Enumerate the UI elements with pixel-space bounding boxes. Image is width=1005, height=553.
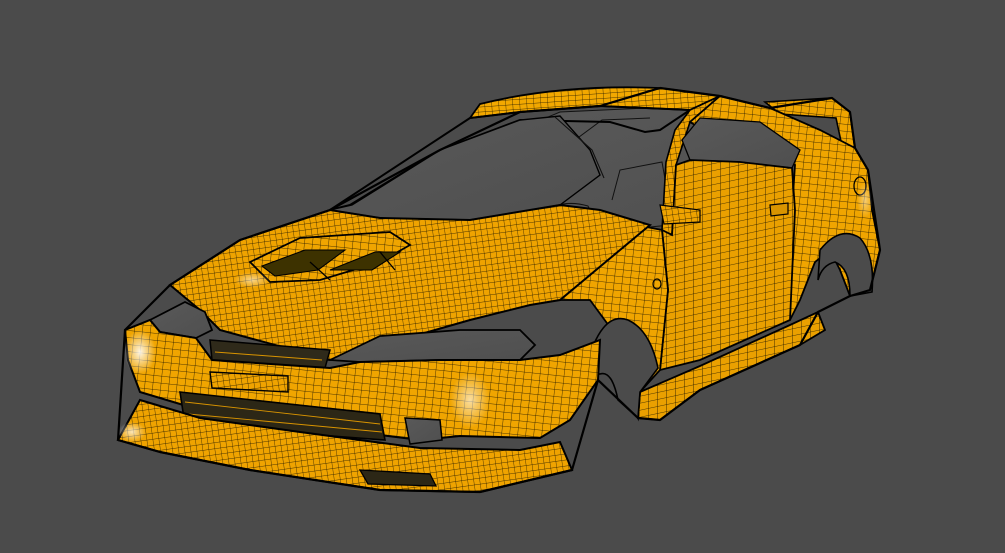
rear-wheel-arch (817, 232, 874, 297)
3d-viewport[interactable] (0, 0, 1005, 553)
car-wireframe-render (116, 86, 882, 494)
license-plate-recess (209, 371, 289, 393)
door-handle (769, 202, 789, 217)
fog-light (404, 417, 443, 445)
